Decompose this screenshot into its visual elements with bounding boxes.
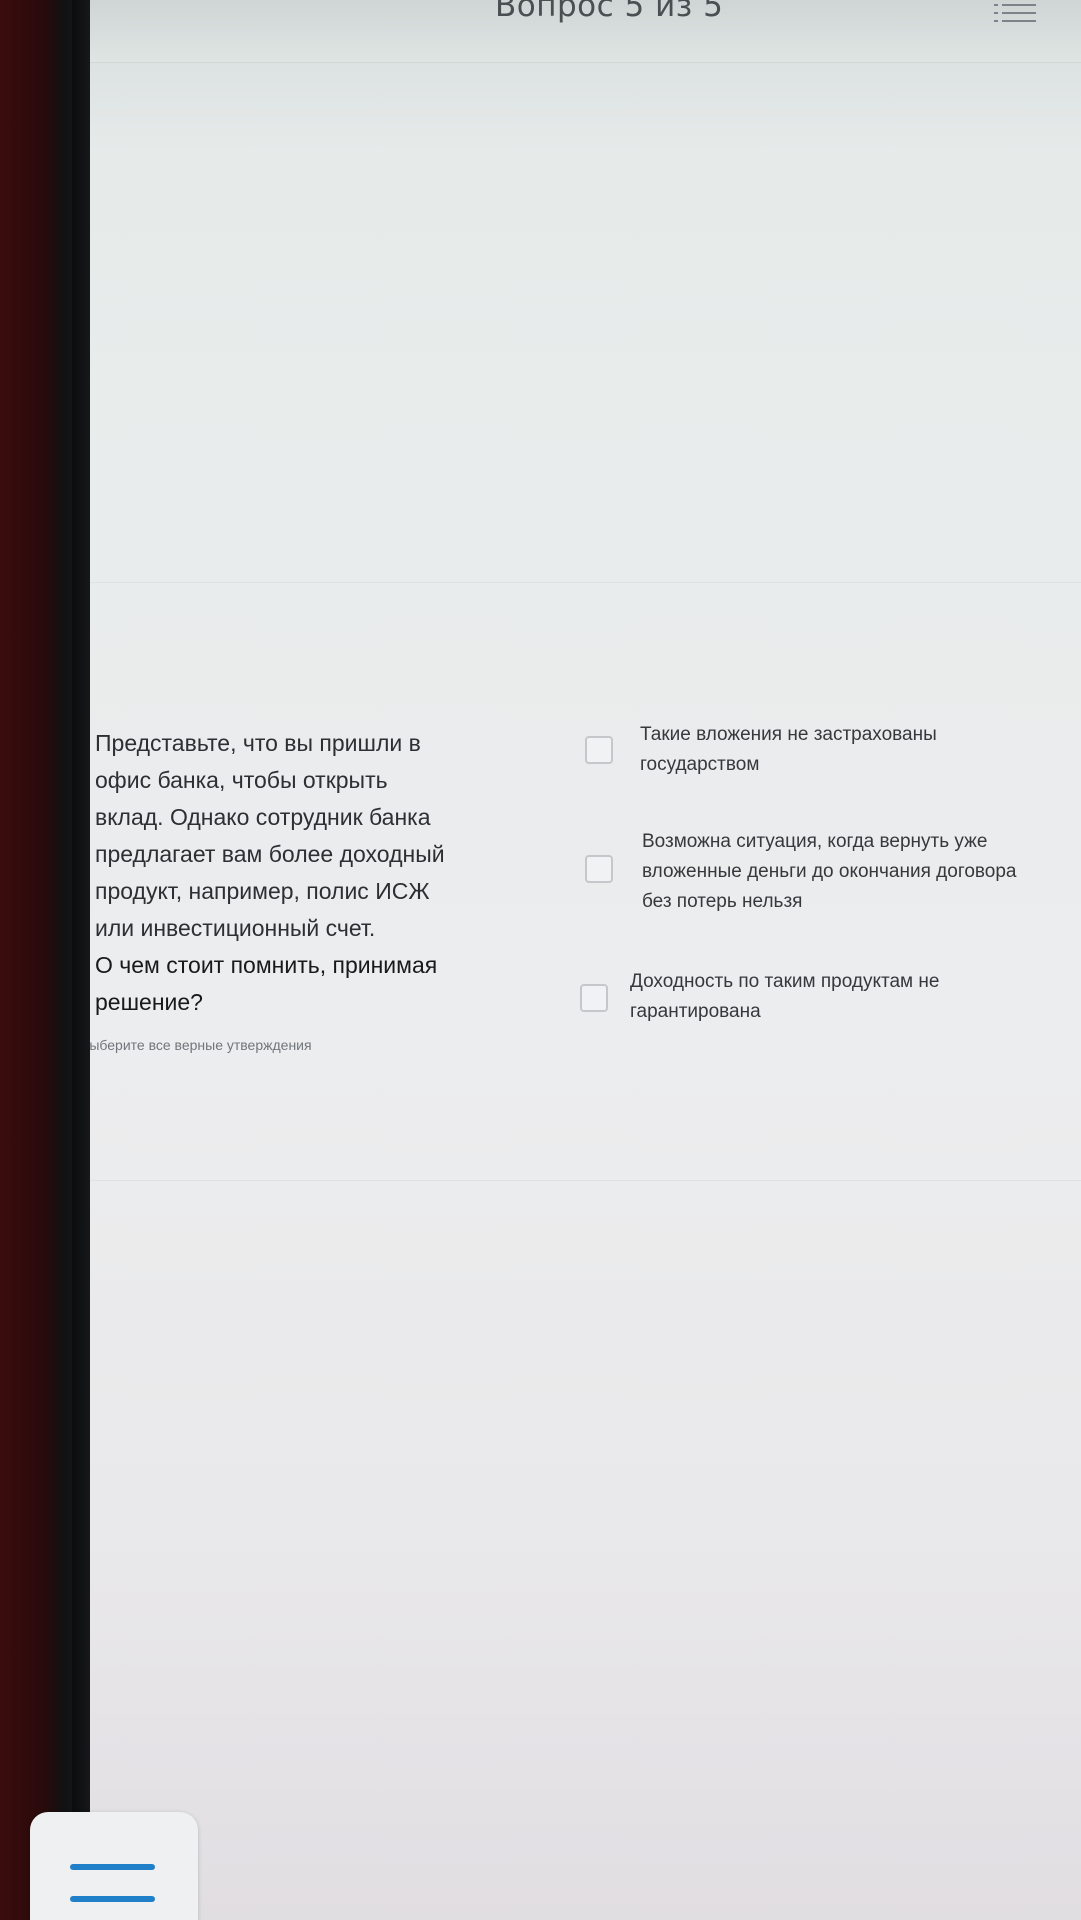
question-line: предлагает вам более доходный xyxy=(95,841,445,867)
divider xyxy=(90,1868,1081,1869)
answer-option-text: Возможна ситуация, когда вернуть уже вло… xyxy=(642,831,1017,912)
question-line: продукт, например, полис ИСЖ xyxy=(95,878,430,904)
question-prompt-line: решение? xyxy=(95,989,203,1015)
question-line: Представьте, что вы пришли в xyxy=(95,730,421,756)
question-text: Представьте, что вы пришли в офис банка,… xyxy=(95,725,515,1021)
question-line: вклад. Однако сотрудник банка xyxy=(95,804,431,830)
answer-option-2[interactable]: Возможна ситуация, когда вернуть уже вло… xyxy=(585,827,1080,922)
answer-option-3[interactable]: Доходность по таким продуктам не гаранти… xyxy=(580,967,1070,1037)
header-bar: Вопрос 5 из 5 xyxy=(90,0,1081,63)
question-prompt-line: О чем стоит помнить, принимая xyxy=(95,952,438,978)
divider xyxy=(90,1180,1081,1181)
answer-checkbox[interactable] xyxy=(585,736,613,764)
question-line: или инвестиционный счет. xyxy=(95,915,376,941)
answer-hint: Выберите все верные утверждения xyxy=(90,1037,312,1053)
answer-checkbox[interactable] xyxy=(580,984,608,1012)
question-counter: Вопрос 5 из 5 xyxy=(495,0,724,24)
quiz-screen: Вопрос 5 из 5 Представьте, что вы пришли… xyxy=(90,0,1081,1920)
answer-option-text: Такие вложения не застрахованы государст… xyxy=(640,724,937,775)
answer-option-1[interactable]: Такие вложения не застрахованы государст… xyxy=(585,720,1070,790)
navigation-menu-button[interactable] xyxy=(30,1812,198,1920)
question-line: офис банка, чтобы открыть xyxy=(95,767,388,793)
questions-list-button[interactable] xyxy=(990,0,1042,28)
answer-option-text: Доходность по таким продуктам не гаранти… xyxy=(630,971,940,1022)
answer-checkbox[interactable] xyxy=(585,855,613,883)
divider xyxy=(90,582,1081,583)
